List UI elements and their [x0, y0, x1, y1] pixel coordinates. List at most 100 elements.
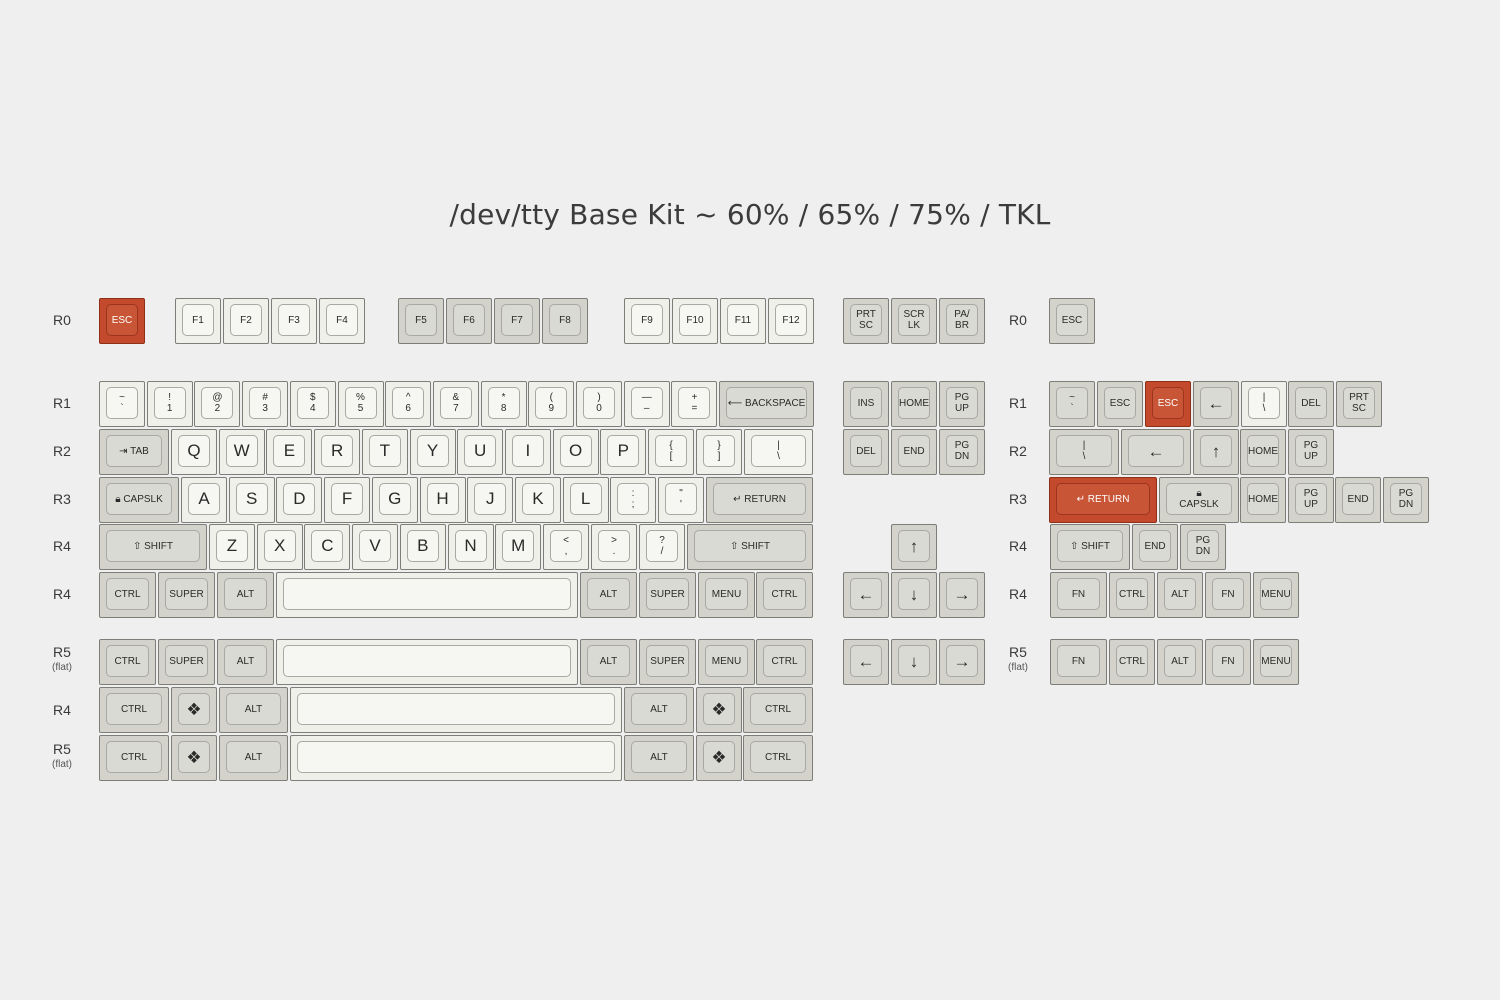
caps-lock-key[interactable]: 🔒︎ CAPSLK [99, 477, 179, 523]
print-screen-key[interactable]: PRT SC [1336, 381, 1382, 427]
caps-lock-key[interactable]: 🔒︎ CAPSLK [1159, 477, 1239, 523]
pause-break-key[interactable]: PA/ BR [939, 298, 985, 344]
right-super-key[interactable]: SUPER [639, 639, 696, 685]
right-ctrl-key[interactable]: CTRL [743, 735, 813, 781]
f5-key[interactable]: F5 [398, 298, 444, 344]
esc-key[interactable]: ESC [1049, 298, 1095, 344]
menu-key[interactable]: MENU [698, 572, 755, 618]
insert-key[interactable]: INS [843, 381, 889, 427]
right-ctrl-key[interactable]: CTRL [756, 639, 813, 685]
shift-key[interactable]: ⇧ SHIFT [1050, 524, 1130, 570]
scroll-lock-key[interactable]: SCR LK [891, 298, 937, 344]
letter-key-u[interactable]: U [457, 429, 504, 475]
diamond-key[interactable]: ❖ [696, 735, 742, 781]
left-super-key[interactable]: SUPER [158, 572, 215, 618]
backspace-key[interactable]: ⟵ BACKSPACE [719, 381, 815, 427]
letter-key-l[interactable]: L [562, 477, 609, 523]
bracket-right-key[interactable]: }] [696, 429, 742, 475]
diamond-key[interactable]: ❖ [171, 687, 217, 733]
left-alt-key[interactable]: ALT [217, 572, 274, 618]
f6-key[interactable]: F6 [446, 298, 492, 344]
left-ctrl-key[interactable]: CTRL [99, 572, 156, 618]
backspace-arrow-key[interactable]: ← [1121, 429, 1191, 475]
left-shift-key[interactable]: ⇧ SHIFT [99, 524, 207, 570]
menu-key[interactable]: MENU [1253, 572, 1299, 618]
home-key[interactable]: HOME [1240, 429, 1286, 475]
delete-key[interactable]: DEL [843, 429, 889, 475]
spacebar-key[interactable] [276, 639, 578, 685]
right-alt-key[interactable]: ALT [624, 735, 694, 781]
alt-key[interactable]: ALT [1157, 639, 1203, 685]
number-key[interactable]: & 7 [432, 381, 479, 427]
f9-key[interactable]: F9 [624, 298, 670, 344]
letter-key-w[interactable]: W [218, 429, 265, 475]
letter-key-q[interactable]: Q [171, 429, 217, 475]
spacebar-key[interactable] [276, 572, 578, 618]
return-key[interactable]: ↵ RETURN [1049, 477, 1157, 523]
letter-key-o[interactable]: O [552, 429, 599, 475]
fn-key[interactable]: FN [1050, 572, 1107, 618]
f8-key[interactable]: F8 [542, 298, 588, 344]
diamond-key[interactable]: ❖ [696, 687, 742, 733]
quote-key[interactable]: " ' [658, 477, 704, 523]
tab-key[interactable]: ⇥ TAB [99, 429, 169, 475]
number-key[interactable]: * 8 [480, 381, 527, 427]
page-up-key[interactable]: PG UP [1288, 477, 1334, 523]
number-key[interactable]: $4 [289, 381, 336, 427]
f1-key[interactable]: F1 [175, 298, 221, 344]
print-screen-key[interactable]: PRT SC [843, 298, 889, 344]
arrow-right-key[interactable]: → [939, 572, 985, 618]
left-ctrl-key[interactable]: CTRL [99, 639, 156, 685]
left-super-key[interactable]: SUPER [158, 639, 215, 685]
page-down-key[interactable]: PG DN [1180, 524, 1226, 570]
f12-key[interactable]: F12 [768, 298, 814, 344]
letter-key-v[interactable]: V [352, 524, 399, 570]
diamond-key[interactable]: ❖ [171, 735, 217, 781]
number-key[interactable]: — – [623, 381, 670, 427]
spacebar-key[interactable] [290, 687, 622, 733]
letter-key-y[interactable]: Y [409, 429, 456, 475]
comma-key[interactable]: <, [543, 524, 589, 570]
right-ctrl-key[interactable]: CTRL [743, 687, 813, 733]
end-key[interactable]: END [891, 429, 937, 475]
f11-key[interactable]: F11 [720, 298, 766, 344]
f2-key[interactable]: F2 [223, 298, 269, 344]
letter-key-k[interactable]: K [514, 477, 561, 523]
esc-key[interactable]: ESC [1145, 381, 1191, 427]
page-up-key[interactable]: PG UP [1288, 429, 1334, 475]
spacebar-key[interactable] [290, 735, 622, 781]
ctrl-key[interactable]: CTRL [1109, 639, 1155, 685]
number-key[interactable]: (9 [528, 381, 575, 427]
page-down-key[interactable]: PG DN [939, 429, 985, 475]
left-alt-key[interactable]: ALT [219, 735, 288, 781]
f4-key[interactable]: F4 [319, 298, 365, 344]
arrow-down-key[interactable]: ↓ [891, 572, 937, 618]
letter-key-d[interactable]: D [276, 477, 323, 523]
letter-key-t[interactable]: T [361, 429, 408, 475]
semicolon-key[interactable]: :; [610, 477, 656, 523]
arrow-left-key[interactable]: ← [843, 572, 889, 618]
left-ctrl-key[interactable]: CTRL [99, 687, 169, 733]
end-key[interactable]: END [1335, 477, 1381, 523]
left-alt-key[interactable]: ALT [217, 639, 274, 685]
number-key[interactable]: #3 [242, 381, 289, 427]
right-ctrl-key[interactable]: CTRL [756, 572, 813, 618]
right-alt-key[interactable]: ALT [624, 687, 694, 733]
arrow-up-key[interactable]: ↑ [1193, 429, 1239, 475]
letter-key-h[interactable]: H [419, 477, 466, 523]
home-key[interactable]: HOME [1240, 477, 1286, 523]
right-alt-key[interactable]: ALT [580, 639, 637, 685]
return-key[interactable]: ↵ RETURN [706, 477, 813, 523]
right-super-key[interactable]: SUPER [639, 572, 696, 618]
letter-key-i[interactable]: I [504, 429, 551, 475]
right-alt-key[interactable]: ALT [580, 572, 637, 618]
arrow-down-key[interactable]: ↓ [891, 639, 937, 685]
number-key[interactable]: % 5 [337, 381, 384, 427]
arrow-right-key[interactable]: → [939, 639, 985, 685]
letter-key-g[interactable]: G [371, 477, 418, 523]
letter-key-p[interactable]: P [600, 429, 647, 475]
ctrl-key[interactable]: CTRL [1109, 572, 1155, 618]
alt-key[interactable]: ALT [1157, 572, 1203, 618]
arrow-left-key[interactable]: ← [843, 639, 889, 685]
f7-key[interactable]: F7 [494, 298, 540, 344]
